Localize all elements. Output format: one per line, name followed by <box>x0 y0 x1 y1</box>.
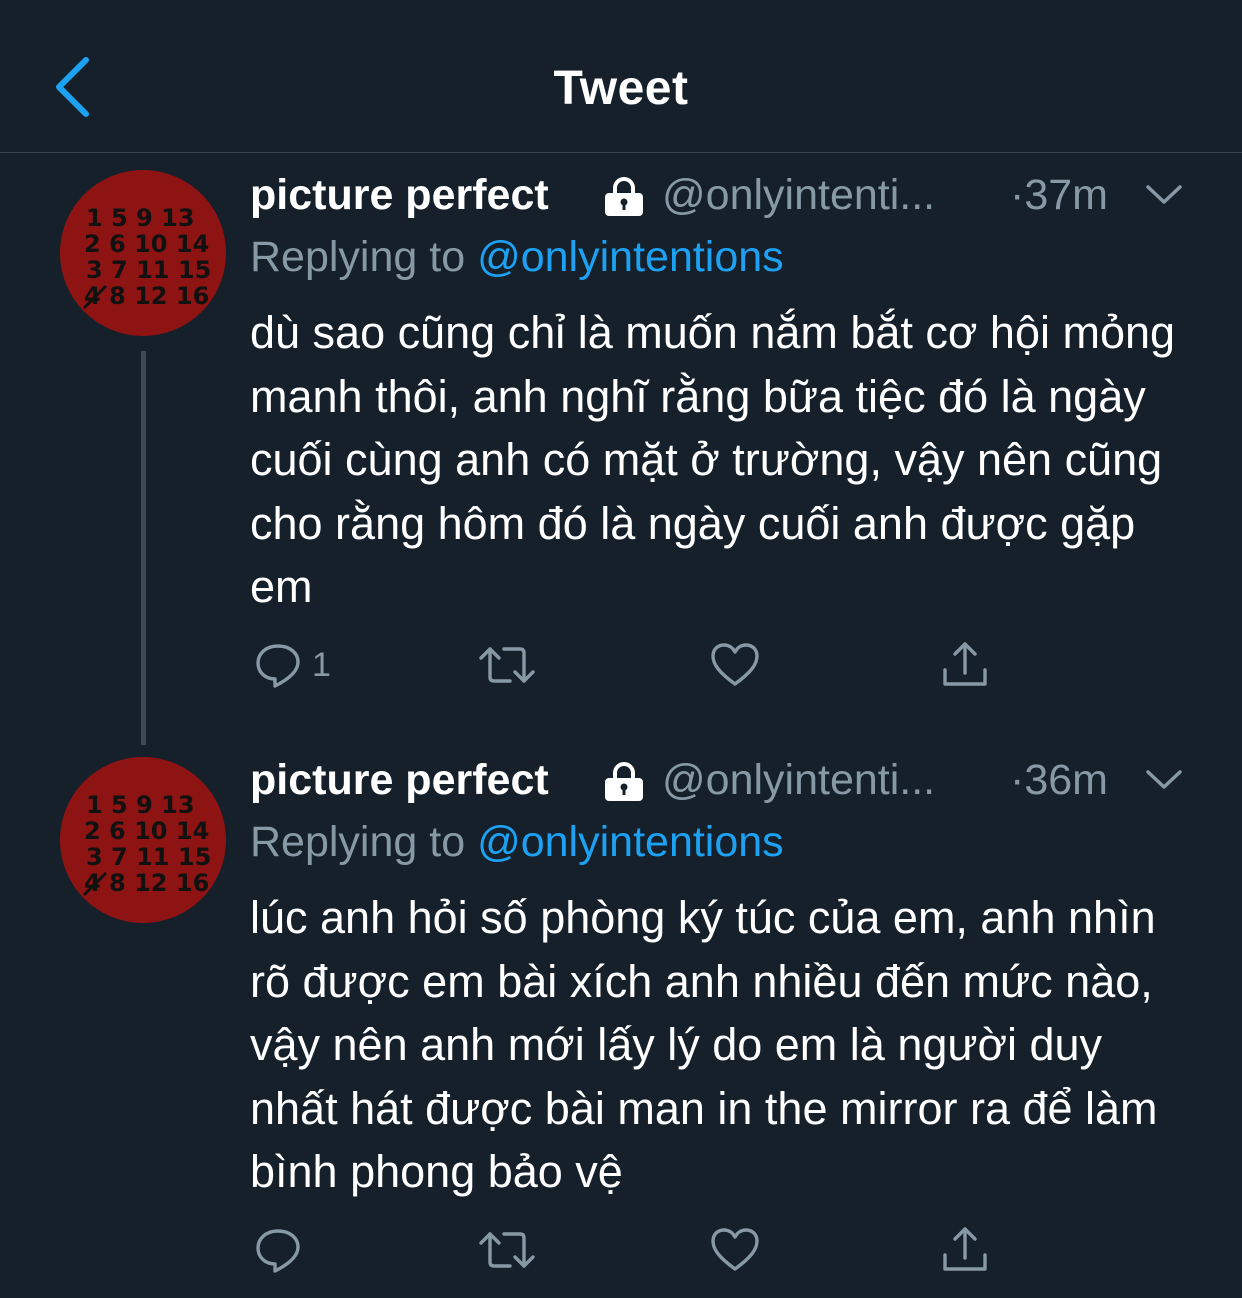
tweet-actions: 1 <box>250 635 1010 695</box>
reply-icon <box>256 1229 300 1273</box>
tweet[interactable]: 1 5 9 13 2 6 10 14 3 7 11 15 4 8 12 16 p… <box>0 750 1242 1298</box>
tweet[interactable]: 1 5 9 13 2 6 10 14 3 7 11 15 4 8 12 16 p… <box>0 165 1242 745</box>
share-button[interactable] <box>940 635 990 695</box>
like-button[interactable] <box>710 635 760 695</box>
chevron-down-icon[interactable] <box>1138 754 1190 806</box>
retweet-button[interactable] <box>478 635 536 695</box>
share-icon <box>943 642 987 686</box>
thread-connector-line <box>141 351 146 745</box>
replying-to-label: Replying to <box>250 818 478 866</box>
avatar-row: 4 8 12 16 <box>84 869 209 897</box>
replying-to-label: Replying to <box>250 233 478 281</box>
avatar-image: 1 5 9 13 2 6 10 14 3 7 11 15 4 8 12 16 <box>60 757 226 923</box>
avatar-row: 2 6 10 14 <box>84 230 209 258</box>
avatar[interactable]: 1 5 9 13 2 6 10 14 3 7 11 15 4 8 12 16 <box>60 757 226 923</box>
top-navigation-bar: Tweet <box>0 0 1242 153</box>
display-name[interactable]: picture perfect <box>250 165 549 225</box>
timestamp[interactable]: ·36m <box>1010 750 1108 810</box>
reply-count: 1 <box>312 645 331 684</box>
avatar-row: 3 7 11 15 <box>86 843 211 871</box>
retweet-button[interactable] <box>478 1220 536 1280</box>
user-handle[interactable]: @onlyintenti... <box>662 750 935 810</box>
avatar-row: 2 6 10 14 <box>84 817 209 845</box>
replying-to-mention[interactable]: @onlyintentions <box>477 818 784 866</box>
avatar-row: 3 7 11 15 <box>86 256 211 284</box>
heart-icon <box>711 643 759 686</box>
avatar[interactable]: 1 5 9 13 2 6 10 14 3 7 11 15 4 8 12 16 <box>60 170 226 336</box>
avatar-row: 4 8 12 16 <box>84 282 209 310</box>
share-icon <box>943 1227 987 1271</box>
reply-button[interactable]: 1 <box>254 635 331 695</box>
tweet-text: lúc anh hỏi số phòng ký túc của em, anh … <box>250 892 1158 1197</box>
page-title: Tweet <box>553 62 689 115</box>
lock-icon <box>605 762 643 801</box>
display-name[interactable]: picture perfect <box>250 750 549 810</box>
tweet-header: picture perfect @onlyintenti... ·36m <box>250 750 1190 810</box>
tweet-actions <box>250 1220 1010 1280</box>
timestamp[interactable]: ·37m <box>1010 165 1108 225</box>
avatar-row: 1 5 9 13 <box>86 204 195 232</box>
like-button[interactable] <box>710 1220 760 1280</box>
avatar-image: 1 5 9 13 2 6 10 14 3 7 11 15 4 8 12 16 <box>60 170 226 336</box>
share-button[interactable] <box>940 1220 990 1280</box>
reply-button[interactable] <box>254 1220 312 1280</box>
retweet-icon <box>479 1232 535 1268</box>
reply-icon <box>256 644 300 688</box>
chevron-down-icon[interactable] <box>1138 169 1190 221</box>
tweet-text: dù sao cũng chỉ là muốn nắm bắt cơ hội m… <box>250 307 1176 612</box>
replying-to-line: Replying to @onlyintentions <box>250 227 784 287</box>
replying-to-line: Replying to @onlyintentions <box>250 812 784 872</box>
user-handle[interactable]: @onlyintenti... <box>662 165 935 225</box>
retweet-icon <box>479 647 535 683</box>
lock-icon <box>605 177 643 216</box>
replying-to-mention[interactable]: @onlyintentions <box>477 233 784 281</box>
tweet-header: picture perfect @onlyintenti... ·37m <box>250 165 1190 225</box>
heart-icon <box>711 1228 759 1271</box>
avatar-row: 1 5 9 13 <box>86 791 195 819</box>
